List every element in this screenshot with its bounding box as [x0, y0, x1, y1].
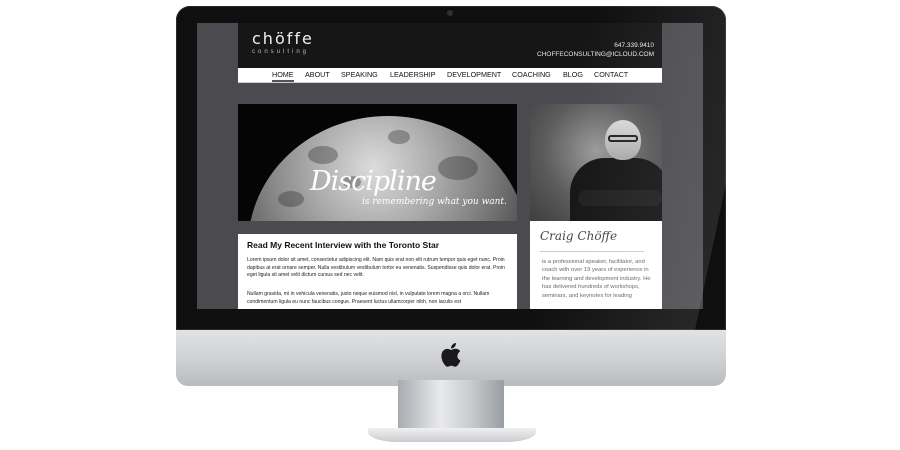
nav-coaching[interactable]: COACHING [512, 70, 551, 79]
nav-about[interactable]: ABOUT [305, 70, 330, 79]
bio-signature: Craig Chöffe [540, 229, 618, 243]
nav-development[interactable]: DEVELOPMENT [447, 70, 501, 79]
site-logo[interactable]: chöffe [252, 29, 314, 48]
site-logo-subtitle: consulting [252, 49, 310, 55]
contact-email[interactable]: CHOFFECONSULTING@ICLOUD.COM [537, 50, 654, 59]
bio-card: Craig Chöffe is a professional speaker, … [530, 221, 662, 309]
hero-subtitle: is remembering what you want. [362, 197, 507, 207]
nav-blog[interactable]: BLOG [563, 70, 583, 79]
bio-text: is a professional speaker, facilitator, … [542, 259, 651, 299]
article-card: Read My Recent Interview with the Toront… [238, 234, 517, 309]
hero-title: Discipline [310, 166, 437, 197]
portrait-photo [530, 104, 662, 221]
hero-banner: Discipline is remembering what you want. [238, 104, 517, 221]
camera-icon [447, 10, 453, 16]
nav-contact[interactable]: CONTACT [594, 70, 628, 79]
site-header: chöffe consulting 647.339.9410 CHOFFECON… [238, 23, 662, 68]
contact-info: 647.339.9410 CHOFFECONSULTING@ICLOUD.COM [537, 41, 654, 59]
nav-speaking[interactable]: SPEAKING [341, 70, 378, 79]
article-paragraph-1: Lorem ipsum dolor sit amet, consectetur … [247, 257, 505, 279]
contact-phone[interactable]: 647.339.9410 [537, 41, 654, 50]
apple-logo-icon [441, 343, 461, 367]
bio-divider [540, 251, 644, 252]
article-paragraph-2: Nullam gravida, mi in vehicula venenatis… [247, 291, 490, 305]
monitor-stand [398, 380, 504, 430]
nav-leadership[interactable]: LEADERSHIP [390, 70, 436, 79]
article-title[interactable]: Read My Recent Interview with the Toront… [247, 240, 439, 250]
nav-home[interactable]: HOME [272, 70, 294, 82]
screen: chöffe consulting 647.339.9410 CHOFFECON… [197, 23, 703, 309]
main-nav: HOME ABOUT SPEAKING LEADERSHIP DEVELOPME… [238, 68, 662, 83]
monitor-foot [368, 428, 536, 442]
